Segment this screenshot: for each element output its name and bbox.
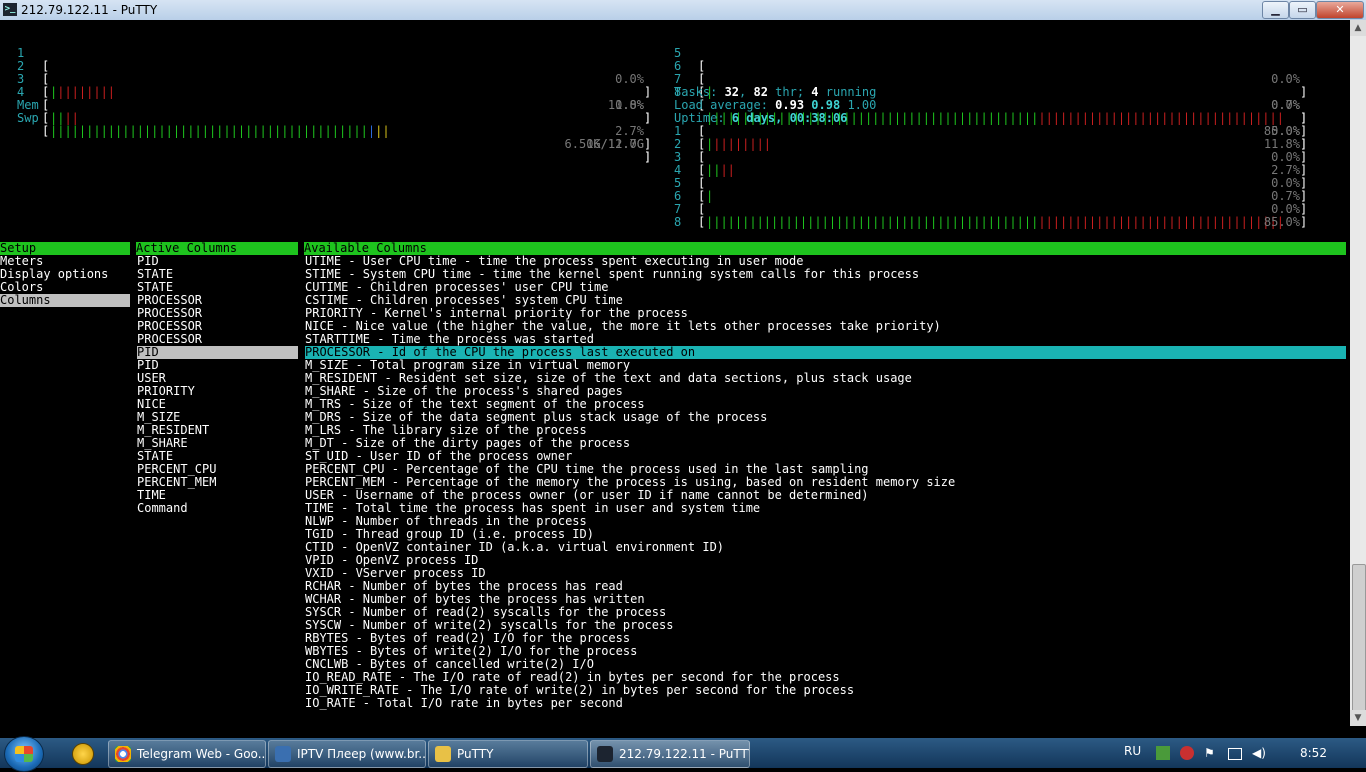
nvidia-icon[interactable] [1156,746,1170,760]
terminal-scrollbar[interactable]: ▲ ▼ [1350,20,1366,726]
start-button[interactable] [4,736,44,772]
volume-icon[interactable]: ◀) [1252,746,1266,760]
mem-meter: Mem [ ||||||||||||||||||||||||||||||||||… [17,98,652,164]
cpu-meter-7: 7 [ 0.0% ] [674,72,1308,125]
iptv-icon [275,746,291,762]
available-column-item[interactable]: IO_RATE - Total I/O rate in bytes per se… [305,697,1346,710]
cpu-meter-preview-3: 3[0.0%] [674,150,1308,164]
active-column-item[interactable]: PROCESSOR [137,333,298,346]
cpu-meter-preview-1: 1[0.0%] [674,124,1308,138]
swp-meter: Swp [ 0K/12.0G ] [17,111,652,164]
cpu-meter-preview-6: 6[| 0.7%] [674,189,1308,203]
taskbar-button[interactable]: IPTV Плеер (www.br... [268,740,426,768]
folder-icon [435,746,451,762]
taskbar-button-label: Telegram Web - Goo... [137,747,266,761]
scroll-down-arrow-icon[interactable]: ▼ [1350,710,1366,726]
putty-icon: >_ [3,3,17,16]
cpu-meter-6: 6 [ | 0.7% ] [674,59,1308,125]
cpu-meter-preview-8: 8[||||||||||||||||||||||||||||||||||||||… [674,215,1308,229]
maximize-button[interactable]: ▭ [1289,1,1316,19]
window-title-bar[interactable]: >_ 212.79.122.11 - PuTTY ▁ ▭ ✕ [0,0,1366,21]
chrome-icon [115,746,131,762]
cpu-meter-preview-5: 5[0.0%] [674,176,1308,190]
opera-icon[interactable] [1180,746,1194,760]
active-columns-header: Active Columns [136,242,298,255]
active-column-item[interactable]: PID [137,346,298,359]
language-indicator[interactable]: RU [1124,744,1141,758]
taskbar-button[interactable]: PuTTY [428,740,588,768]
windows-logo-icon [15,746,33,762]
clock[interactable]: 8:52 [1300,746,1327,760]
taskbar-button-label: IPTV Плеер (www.br... [297,747,426,761]
taskbar-button-label: 212.79.122.11 - PuTTY [619,747,750,761]
cpu-meter-5: 5 [ 0.0% ] [674,46,1308,99]
quick-launch-icon[interactable] [72,743,94,765]
terminal[interactable]: 1 [ 0.0% ] 2 [ ||||||||| 11.8% ] 3 [ 0.0… [0,20,1350,726]
taskbar: Telegram Web - Goo... IPTV Плеер (www.br.… [0,736,1366,772]
scrollbar-thumb[interactable] [1352,564,1366,724]
cpu-meter-8: 8 [ ||||||||||||||||||||||||||||||||||||… [674,85,1308,151]
taskbar-button[interactable]: Telegram Web - Goo... [108,740,266,768]
system-tray: RU ⚑ ◀) 8:52 [1112,738,1366,768]
close-button[interactable]: ✕ [1316,1,1364,19]
minimize-button[interactable]: ▁ [1262,1,1289,19]
putty-icon [597,746,613,762]
cpu-meter-preview-2: 2[||||||||| 11.8%] [674,137,1308,151]
flag-icon[interactable]: ⚑ [1204,746,1218,760]
window-title: 212.79.122.11 - PuTTY [21,3,158,17]
active-column-item[interactable]: Command [137,502,298,515]
scroll-up-arrow-icon[interactable]: ▲ [1350,20,1366,36]
network-icon[interactable] [1228,748,1242,760]
setup-item-columns[interactable]: Columns [0,294,130,307]
taskbar-button-label: PuTTY [457,747,494,761]
cpu-meter-preview-4: 4[|||| 2.7%] [674,163,1308,177]
taskbar-button[interactable]: 212.79.122.11 - PuTTY [590,740,750,768]
